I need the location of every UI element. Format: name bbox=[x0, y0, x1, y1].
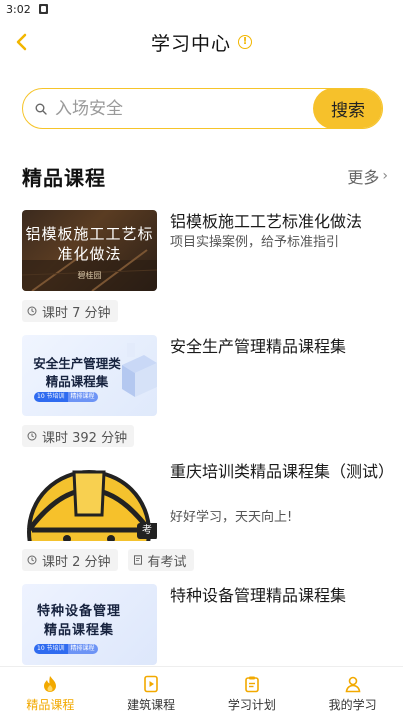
chevron-right-icon: › bbox=[382, 168, 388, 184]
flame-icon bbox=[44, 675, 57, 692]
course-subtitle: 好好学习，天天向上! bbox=[170, 510, 293, 525]
course-thumbnail[interactable]: 铝模板施工工艺标准化做法 碧桂园 bbox=[22, 210, 157, 291]
tab-building-courses[interactable]: 建筑课程 bbox=[101, 667, 202, 720]
thumbnail-pill: 10 节培训 精排课程 bbox=[34, 392, 98, 402]
document-play-icon bbox=[144, 675, 158, 692]
pill-count: 10 节培训 bbox=[34, 644, 68, 654]
page-title: 学习中心 bbox=[150, 32, 231, 55]
exam-label: 有考试 bbox=[147, 554, 187, 570]
course-thumbnail[interactable]: 考 bbox=[22, 460, 157, 541]
course-item[interactable]: 特种设备管理精品课程集 10 节培训 精排课程 特种设备管理精品课程集 bbox=[22, 584, 388, 666]
thumbnail-title: 安全生产管理类精品课程集 bbox=[33, 356, 121, 389]
more-link[interactable]: 更多 › bbox=[347, 164, 388, 188]
course-title[interactable]: 重庆培训类精品课程集（测试） bbox=[170, 460, 394, 484]
section-title: 精品课程 bbox=[22, 165, 106, 190]
duration-tag: 课时 7 分钟 bbox=[22, 300, 118, 322]
search-button[interactable]: 搜索 bbox=[313, 89, 382, 128]
duration-label: 课时 7 分钟 bbox=[42, 305, 111, 321]
tab-label: 精品课程 bbox=[26, 697, 75, 712]
pill-type: 精排课程 bbox=[67, 644, 98, 654]
search-input[interactable] bbox=[55, 89, 313, 128]
course-title[interactable]: 特种设备管理精品课程集 bbox=[170, 584, 388, 608]
thumbnail-pill: 10 节培训 精排课程 bbox=[34, 644, 98, 654]
back-button[interactable] bbox=[6, 26, 38, 58]
section-header: 精品课程 更多 › bbox=[22, 160, 388, 192]
course-thumbnail[interactable]: 特种设备管理精品课程集 10 节培训 精排课程 bbox=[22, 584, 157, 665]
clock-icon bbox=[27, 306, 37, 316]
bottom-tab-bar: 精品课程 建筑课程 学习计划 我的学习 bbox=[0, 666, 403, 720]
duration-tag: 课时 2 分钟 bbox=[22, 549, 118, 571]
duration-label: 课时 2 分钟 bbox=[42, 554, 111, 570]
course-tags: 课时 2 分钟 有考试 bbox=[22, 549, 194, 571]
exam-doc-icon bbox=[133, 555, 142, 565]
duration-label: 课时 392 分钟 bbox=[42, 430, 128, 446]
duration-tag: 课时 392 分钟 bbox=[22, 425, 135, 447]
search-icon bbox=[33, 101, 49, 117]
thumbnail-title: 特种设备管理精品课程集 bbox=[36, 604, 121, 638]
user-icon bbox=[345, 676, 361, 692]
course-tags: 课时 7 分钟 bbox=[22, 300, 118, 322]
course-item[interactable]: 安全生产管理类精品课程集 10 节培训 精排课程 安全生产管理精品课程集 课时 … bbox=[22, 335, 388, 447]
course-subtitle: 项目实操案例，给予标准指引 bbox=[170, 235, 340, 250]
tab-study-plan[interactable]: 学习计划 bbox=[202, 667, 303, 720]
nav-title-wrap: 学习中心 ! bbox=[151, 29, 252, 56]
clock-icon bbox=[27, 431, 37, 441]
pill-type: 精排课程 bbox=[67, 392, 98, 402]
more-label: 更多 bbox=[347, 168, 380, 187]
status-bar: 3:02 bbox=[0, 0, 403, 18]
nav-bar: 学习中心 ! bbox=[0, 22, 403, 62]
course-title[interactable]: 安全生产管理精品课程集 bbox=[170, 335, 388, 359]
course-title[interactable]: 铝模板施工工艺标准化做法 bbox=[170, 210, 388, 234]
pill-count: 10 节培训 bbox=[34, 392, 68, 402]
tab-featured-courses[interactable]: 精品课程 bbox=[0, 667, 101, 720]
course-tags: 课时 392 分钟 bbox=[22, 425, 135, 447]
clipboard-icon bbox=[245, 676, 259, 692]
tab-label: 建筑课程 bbox=[127, 697, 176, 712]
info-icon[interactable]: ! bbox=[238, 35, 252, 49]
exam-tag: 有考试 bbox=[127, 549, 194, 571]
search-bar: 搜索 bbox=[22, 88, 383, 129]
exam-badge: 考 bbox=[137, 523, 157, 539]
tab-label: 学习计划 bbox=[227, 697, 276, 712]
notification-icon bbox=[38, 4, 48, 14]
clock-icon bbox=[27, 555, 37, 565]
thumbnail-caption: 碧桂园 bbox=[77, 271, 102, 280]
course-item[interactable]: 铝模板施工工艺标准化做法 碧桂园 铝模板施工工艺标准化做法 项目实操案例，给予标… bbox=[22, 210, 388, 322]
course-thumbnail[interactable]: 安全生产管理类精品课程集 10 节培训 精排课程 bbox=[22, 335, 157, 416]
chevron-left-icon bbox=[16, 33, 27, 51]
tab-label: 我的学习 bbox=[328, 697, 377, 712]
tab-my-learning[interactable]: 我的学习 bbox=[302, 667, 403, 720]
course-item[interactable]: 考 重庆培训类精品课程集（测试） 好好学习，天天向上! 课时 2 分钟 有考试 bbox=[22, 460, 394, 572]
thumbnail-title: 铝模板施工工艺标准化做法 bbox=[25, 225, 154, 263]
status-time: 3:02 bbox=[6, 2, 31, 16]
